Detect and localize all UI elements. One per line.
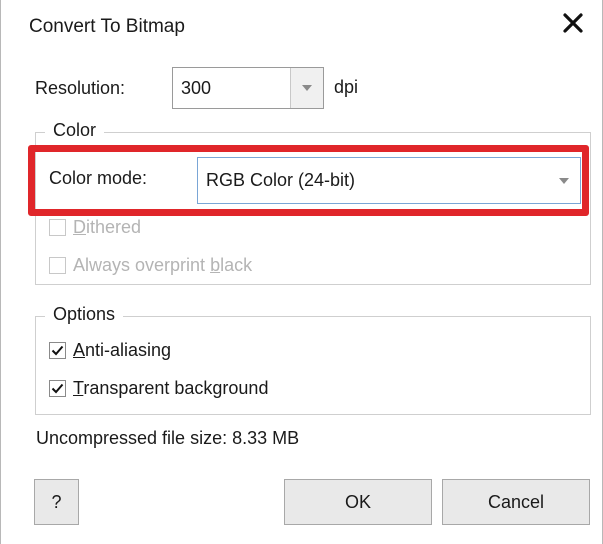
overprint-black-checkbox[interactable]: Always overprint black [49, 255, 252, 276]
resolution-dropdown-button[interactable] [290, 68, 323, 108]
convert-to-bitmap-dialog: Convert To Bitmap Resolution: 300 dpi Co… [0, 0, 603, 544]
resolution-value[interactable]: 300 [173, 78, 290, 99]
resolution-combo[interactable]: 300 [172, 67, 324, 109]
resolution-label: Resolution: [35, 68, 125, 108]
close-icon [563, 13, 583, 33]
help-button[interactable]: ? [34, 479, 79, 525]
ok-button[interactable]: OK [284, 479, 432, 525]
anti-aliasing-label: Anti-aliasing [73, 340, 172, 360]
checkmark-icon [51, 383, 64, 394]
color-group-legend: Color [45, 120, 105, 141]
dithered-checkbox-box[interactable] [49, 219, 66, 236]
transparent-background-checkbox-box[interactable] [49, 380, 66, 397]
anti-aliasing-checkbox[interactable]: Anti-aliasing [49, 340, 171, 361]
overprint-black-label: Always overprint black [73, 255, 253, 275]
close-button[interactable] [556, 6, 590, 40]
transparent-background-label: Transparent background [73, 378, 269, 398]
dialog-title: Convert To Bitmap [29, 16, 185, 37]
checkmark-icon [51, 345, 64, 356]
options-group-legend: Options [45, 304, 124, 325]
dithered-checkbox[interactable]: Dithered [49, 217, 141, 238]
resolution-unit: dpi [334, 77, 359, 97]
anti-aliasing-checkbox-box[interactable] [49, 342, 66, 359]
highlight-annotation [28, 145, 589, 216]
resolution-label-text: Resolution: [35, 77, 126, 98]
transparent-background-checkbox[interactable]: Transparent background [49, 378, 268, 399]
file-size-text: Uncompressed file size: 8.33 MB [36, 428, 300, 448]
options-group [35, 316, 591, 415]
overprint-black-checkbox-box[interactable] [49, 257, 66, 274]
cancel-button[interactable]: Cancel [442, 479, 590, 525]
dithered-label: Dithered [73, 217, 142, 237]
chevron-down-icon [302, 85, 312, 91]
